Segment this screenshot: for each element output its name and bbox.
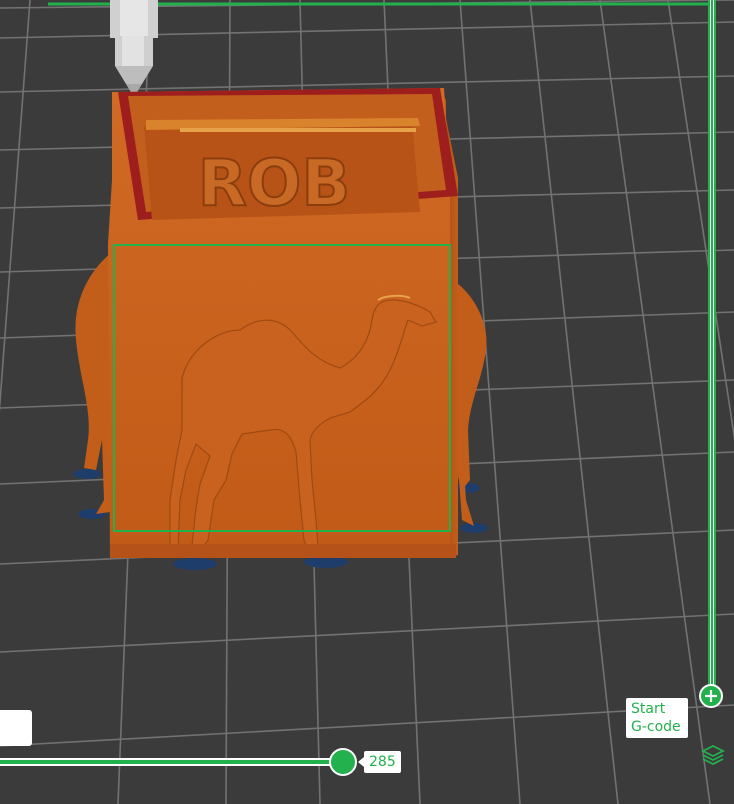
box-base [110, 544, 456, 558]
box-emboss-text: ROB [198, 147, 350, 221]
layer-slider-vertical[interactable] [706, 0, 718, 700]
layer-slider-track[interactable] [708, 0, 716, 690]
scene-canvas[interactable]: ROB [0, 0, 734, 804]
3d-viewport[interactable]: ROB Start G-code 285 [0, 0, 734, 804]
start-gcode-line1: Start [631, 701, 666, 717]
nozzle-icon [110, 0, 158, 94]
move-slider-value: 285 [358, 751, 401, 773]
move-slider-handle[interactable] [329, 748, 357, 776]
start-gcode-label: Start G-code [626, 698, 688, 738]
move-slider[interactable] [0, 756, 346, 768]
layers-icon[interactable] [700, 743, 726, 767]
add-color-change-button[interactable] [699, 684, 723, 708]
layer-slider-fill [711, 0, 713, 690]
move-slider-track[interactable] [0, 758, 343, 766]
collapsed-panel-button[interactable] [0, 710, 32, 746]
add-icon [705, 690, 717, 702]
start-gcode-line2: G-code [631, 719, 681, 735]
